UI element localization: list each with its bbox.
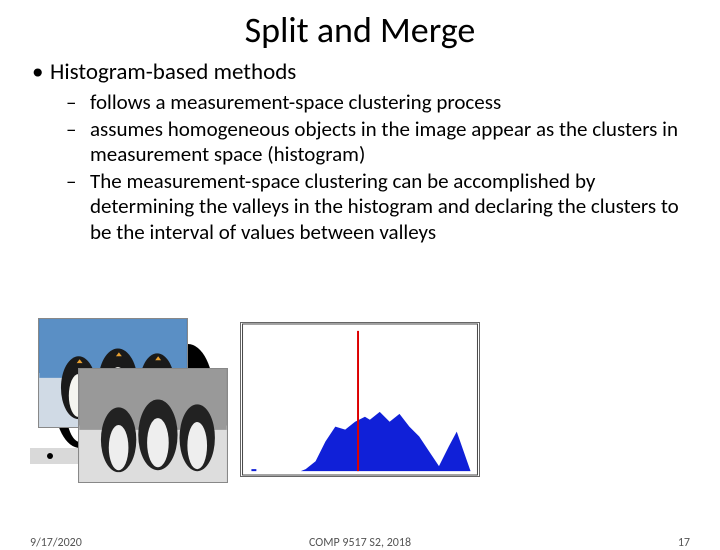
slide-title: Split and Merge <box>0 8 720 52</box>
footer-date: 9/17/2020 <box>30 536 82 550</box>
bullet-level2: assumes homogeneous objects in the image… <box>66 117 692 168</box>
bullet-level2: follows a measurement-space clustering p… <box>66 90 692 116</box>
slide-content: Histogram-based methods follows a measur… <box>0 58 720 246</box>
bullet-level1: Histogram-based methods <box>28 58 692 86</box>
grayscale-penguin-image <box>78 368 228 483</box>
footer-page-number: 17 <box>678 536 690 550</box>
histogram-plot <box>240 322 480 477</box>
image-row <box>30 308 690 488</box>
bullet-level2: The measurement-space clustering can be … <box>66 169 692 246</box>
footer-course: COMP 9517 S2, 2018 <box>309 536 411 550</box>
